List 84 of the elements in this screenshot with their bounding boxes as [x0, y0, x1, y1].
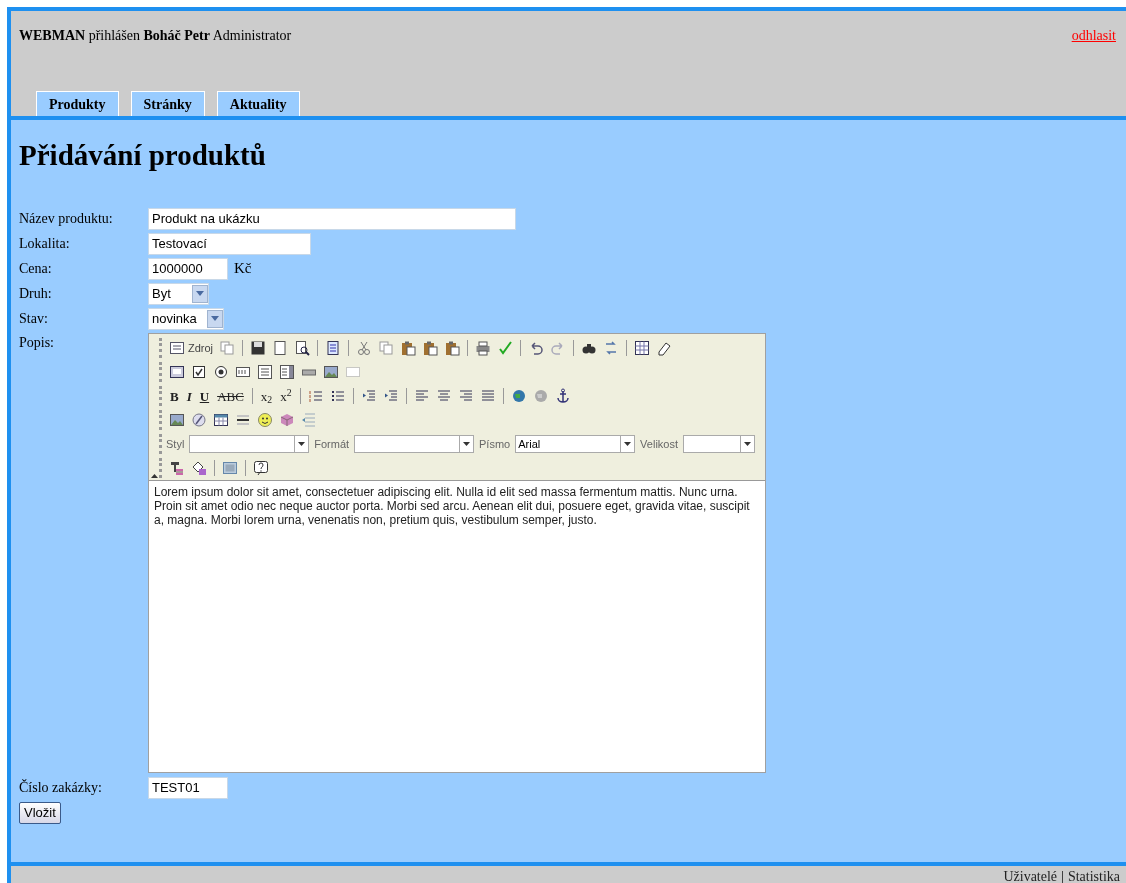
- select-field[interactable]: Byt: [148, 282, 209, 305]
- combo-field[interactable]: [354, 435, 474, 453]
- submit-button[interactable]: Vložit: [19, 801, 61, 824]
- table-icon[interactable]: [213, 412, 229, 428]
- checkbox-icon[interactable]: [191, 364, 207, 380]
- editor-text: Lorem ipsum dolor sit amet, consectetuer adipiscing elit. Nulla id elit sed massa fermentum mattis. Nunc urna. Proin sit amet odio nec neque auctor porta. Morbi sed arcu. Aenean elit dui, posuere eget, gravida vitae, suscipit a, magna. Morbi lorem urna, venenatis non, pretium quis, vestibulum semper, justo.: [154, 485, 751, 527]
- field-label: Druh:: [19, 285, 53, 303]
- format-button[interactable]: U: [195, 387, 214, 405]
- outdent-icon[interactable]: [360, 388, 377, 404]
- format-button[interactable]: I: [182, 387, 196, 405]
- text-field-icon[interactable]: [235, 364, 251, 380]
- align-left-icon[interactable]: [413, 388, 430, 404]
- order-number-field[interactable]: TEST01: [148, 776, 228, 799]
- print-icon[interactable]: [475, 340, 492, 356]
- field-label: Popis:: [19, 334, 55, 352]
- hidden-field-icon[interactable]: [345, 364, 361, 380]
- field-label: Cena:: [19, 260, 53, 278]
- maximize-icon[interactable]: [222, 460, 238, 476]
- align-right-icon[interactable]: [457, 388, 474, 404]
- numbered-list-icon[interactable]: [307, 388, 324, 404]
- align-justify-icon[interactable]: [479, 388, 496, 404]
- indent-icon[interactable]: [382, 388, 399, 404]
- flash-icon[interactable]: [191, 412, 207, 428]
- footer-link[interactable]: Uživatelé: [1003, 866, 1058, 883]
- format-button[interactable]: x$_{2}$: [256, 387, 277, 405]
- collapse-icon[interactable]: [151, 474, 158, 478]
- page-heading: Přidávání produktů: [19, 138, 266, 173]
- combo-field[interactable]: [189, 435, 310, 453]
- templates-icon[interactable]: [325, 340, 342, 356]
- combo-label: Písmo: [479, 436, 511, 452]
- paste-icon[interactable]: [444, 340, 461, 356]
- combo-field[interactable]: Arial: [515, 435, 636, 453]
- source-label[interactable]: Zdroj: [188, 339, 214, 357]
- undo-icon[interactable]: [528, 340, 545, 356]
- smiley-icon[interactable]: [257, 412, 273, 428]
- image-icon[interactable]: [169, 412, 185, 428]
- image-icon[interactable]: [323, 364, 339, 380]
- eraser-icon[interactable]: [656, 340, 673, 356]
- footer-link[interactable]: Statistika: [1067, 866, 1120, 883]
- text-field[interactable]: Produkt na ukázku: [148, 207, 516, 230]
- currency-label: Kč: [234, 259, 252, 279]
- field-label: Stav:: [19, 310, 49, 328]
- paste-icon[interactable]: [422, 340, 439, 356]
- combo-label: Velikost: [640, 436, 678, 452]
- radio-icon[interactable]: [213, 364, 229, 380]
- new-page-icon[interactable]: [272, 340, 289, 356]
- help-icon[interactable]: [253, 460, 269, 476]
- anchor-icon[interactable]: [554, 388, 571, 404]
- text-color-icon[interactable]: [169, 460, 185, 476]
- format-button[interactable]: x$^{2}$: [276, 387, 296, 405]
- save-icon[interactable]: [250, 340, 267, 356]
- source-icon[interactable]: [169, 340, 185, 356]
- grid-icon[interactable]: [634, 340, 651, 356]
- field-label: Lokalita:: [19, 235, 71, 253]
- cut-icon[interactable]: [356, 340, 373, 356]
- format-button[interactable]: B: [166, 387, 183, 405]
- text-field[interactable]: 1000000: [148, 257, 228, 280]
- globe-icon[interactable]: [510, 388, 527, 404]
- field-label: Číslo zakázky:: [19, 778, 103, 797]
- horizontal-rule-icon[interactable]: [235, 412, 251, 428]
- format-button[interactable]: ABC: [213, 387, 248, 405]
- combo-label: Styl: [166, 436, 185, 452]
- preview-icon[interactable]: [294, 340, 311, 356]
- bullet-list-icon[interactable]: [329, 388, 346, 404]
- list-box-icon[interactable]: [279, 364, 295, 380]
- nav-tab[interactable]: Stránky: [130, 91, 205, 116]
- textarea-icon[interactable]: [257, 364, 273, 380]
- align-center-icon[interactable]: [435, 388, 452, 404]
- dropdown-arrow-icon: [740, 436, 754, 452]
- nav-tab[interactable]: Produkty: [36, 91, 119, 116]
- cube-icon[interactable]: [279, 412, 295, 428]
- form-icon[interactable]: [169, 364, 185, 380]
- text-field[interactable]: Testovací: [148, 232, 311, 255]
- combo-label: Formát: [314, 436, 350, 452]
- paste-icon[interactable]: [400, 340, 417, 356]
- combo-field[interactable]: [683, 435, 755, 453]
- field-label: Název produktu:: [19, 210, 114, 228]
- select-field[interactable]: novinka: [148, 307, 224, 330]
- paint-bucket-icon[interactable]: [191, 460, 207, 476]
- dropdown-arrow-icon: [459, 436, 473, 452]
- login-info: WEBMAN přihlášen Boháč Petr Administrator: [19, 27, 292, 45]
- editor-content-area[interactable]: [149, 480, 765, 772]
- nav-tab[interactable]: Aktuality: [216, 91, 300, 116]
- spellcheck-icon[interactable]: [497, 340, 514, 356]
